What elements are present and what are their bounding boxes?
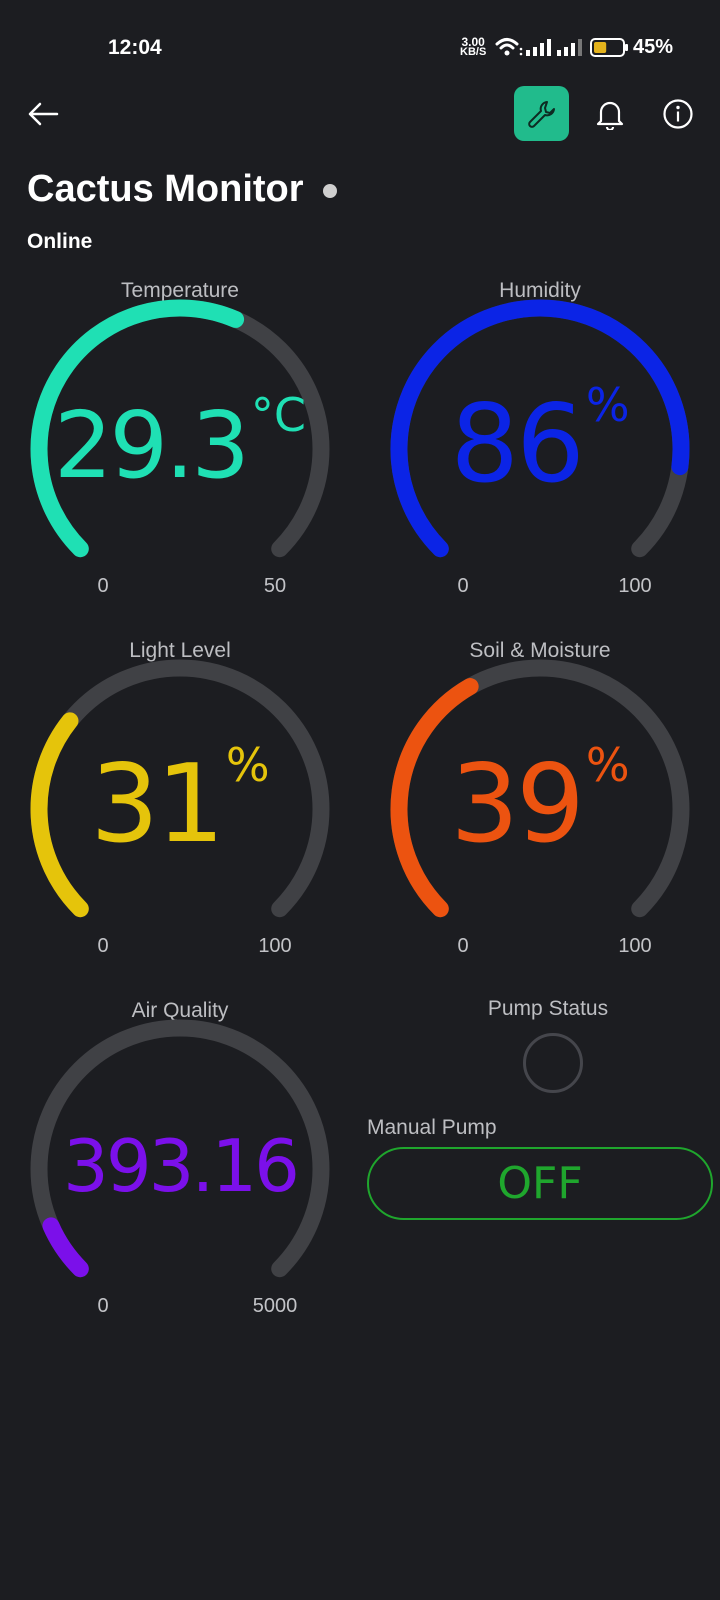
temperature-unit: °C: [250, 387, 306, 442]
bell-icon: [596, 101, 624, 130]
info-button[interactable]: [658, 92, 698, 136]
temperature-label: Temperature: [121, 279, 239, 302]
humidity-value-group: 86%: [375, 378, 705, 508]
manual-pump-button[interactable]: OFF: [367, 1147, 713, 1220]
air-quality-min-label: 0: [97, 1295, 109, 1317]
humidity-max-label: 100: [618, 575, 652, 597]
humidity-min-label: 0: [457, 575, 469, 597]
soil-moisture-min-label: 0: [457, 935, 469, 957]
light-level-value-group: 31%: [15, 738, 345, 868]
back-button[interactable]: [26, 94, 60, 134]
notifications-button[interactable]: [590, 92, 630, 136]
page-title: Cactus Monitor: [27, 168, 304, 210]
signal-sim1-icon: [526, 39, 551, 56]
temperature-max-label: 50: [263, 575, 287, 597]
arrow-left-icon: [28, 102, 59, 126]
device-status: Online: [27, 230, 93, 253]
humidity-value: 86: [450, 382, 584, 508]
network-speed: 3.00 KB/S: [460, 36, 487, 58]
air-quality-value-group: 393.16: [15, 1124, 345, 1208]
soil-moisture-label: Soil & Moisture: [469, 639, 611, 662]
air-quality-value: 393.16: [63, 1124, 300, 1209]
soil-moisture-max-label: 100: [618, 935, 652, 957]
light-level-max-label: 100: [258, 935, 292, 957]
light-level-label: Light Level: [129, 639, 231, 662]
network-speed-unit: KB/S: [460, 46, 487, 58]
temperature-value-group: 29.3°C: [15, 388, 345, 499]
battery-icon: [590, 38, 628, 57]
air-quality-max-label: 5000: [252, 1295, 298, 1317]
soil-moisture-value-group: 39%: [375, 738, 705, 868]
air-quality-gauge-fill: [42, 1217, 89, 1278]
soil-moisture-unit: %: [585, 738, 630, 793]
light-level-unit: %: [225, 738, 270, 793]
temperature-value: 29.3: [54, 391, 250, 499]
manual-pump-label: Manual Pump: [367, 1116, 497, 1139]
info-icon: [663, 99, 693, 129]
pump-status-indicator: [523, 1033, 583, 1093]
light-level-value: 31: [90, 742, 224, 868]
connection-dot: [323, 184, 337, 198]
status-bar: 12:04 3.00 KB/S 45%: [0, 0, 720, 90]
signal-sim2-icon: [557, 39, 582, 56]
air-quality-label: Air Quality: [131, 999, 229, 1022]
soil-moisture-value: 39: [450, 742, 584, 868]
humidity-unit: %: [585, 378, 630, 433]
humidity-label: Humidity: [499, 279, 581, 302]
wrench-icon: [527, 100, 555, 128]
settings-button[interactable]: [514, 86, 569, 141]
battery-percent: 45%: [633, 36, 674, 58]
pump-status-label: Pump Status: [487, 997, 609, 1020]
wifi-icon: [495, 38, 523, 56]
light-level-min-label: 0: [97, 935, 109, 957]
clock: 12:04: [108, 36, 162, 59]
temperature-min-label: 0: [97, 575, 109, 597]
